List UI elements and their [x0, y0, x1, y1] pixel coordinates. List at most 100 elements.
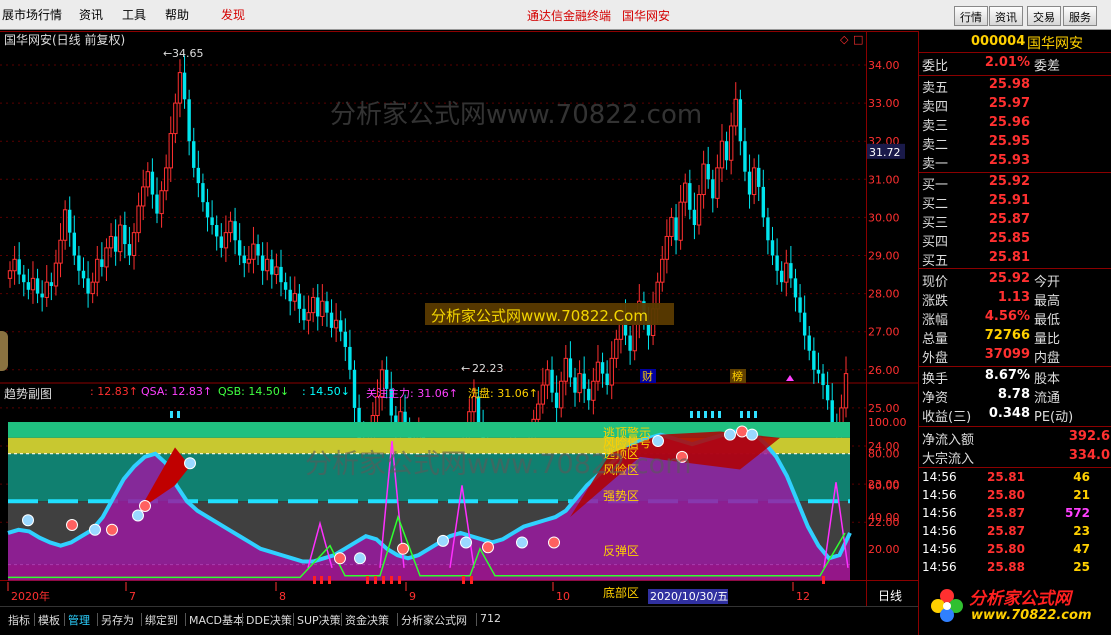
news-button[interactable]: 资讯 [989, 6, 1023, 26]
blue-signal-dot [516, 536, 528, 549]
candle-body [816, 369, 821, 374]
price-axis-label: 31.00 [868, 173, 900, 186]
red-signal-dot [334, 552, 346, 565]
candle-body [68, 209, 72, 233]
candle-body [292, 293, 297, 302]
candle-body [674, 217, 678, 241]
row-label: 大宗流入 [922, 452, 975, 467]
date-axis-label: 2020年 [11, 589, 50, 603]
candle-body [12, 258, 17, 272]
square-icon[interactable]: □ [853, 33, 863, 46]
blue-signal-dot [132, 509, 144, 522]
formula-tab[interactable]: 指标 [8, 612, 30, 628]
row-label: 换手 [922, 372, 949, 387]
candle-body [274, 266, 279, 276]
row-value: 0.348 [988, 406, 1030, 421]
blue-signal-dot [184, 457, 196, 470]
row-label-2: PE(动) [1034, 410, 1074, 425]
tab-separator [185, 613, 186, 626]
candle-body [223, 232, 229, 249]
trade-button[interactable]: 交易 [1027, 6, 1061, 26]
tick-time: 14:56 [922, 560, 957, 574]
candle-body [159, 190, 164, 215]
formula-tab[interactable]: 712 [480, 612, 501, 625]
candle-body [201, 183, 205, 203]
candle-body [733, 98, 738, 127]
finance-event-label: 财 [642, 369, 653, 383]
top-signal-tick [697, 411, 700, 418]
tick-time: 14:56 [922, 488, 957, 502]
row-label: 外盘 [922, 351, 949, 366]
quote-button[interactable]: 行情 [954, 6, 988, 26]
candle-body [573, 377, 577, 393]
bid-row: 买一 25.92 [919, 174, 1111, 193]
candle-body [333, 319, 339, 329]
candle-body [343, 331, 348, 347]
tick-price: 25.88 [987, 560, 1025, 574]
candle-body [155, 194, 159, 214]
chart-area[interactable]: 分析家公式网www.70822.com 34.65 22.23 ← ← 财榜 ◇ □ 逃顶警… [0, 31, 918, 606]
menu-discover[interactable]: 发现 [221, 6, 245, 23]
formula-tab[interactable]: 另存为 [101, 612, 134, 628]
quote-row: 涨幅 4.56% 最低 [919, 309, 1111, 328]
flow-row: 大宗流入 334.0 [919, 448, 1111, 467]
candle-body [17, 259, 21, 275]
formula-tab[interactable]: SUP决策 [297, 612, 341, 628]
quote-row: 总量 72766 量比 [919, 328, 1111, 347]
candle-body [719, 140, 725, 169]
sub-axis-label: 60.00 [868, 479, 900, 492]
candle-body [614, 338, 619, 359]
candle-body [7, 270, 13, 279]
menu-help[interactable]: 帮助 [165, 6, 189, 23]
formula-tab[interactable]: 管理 [68, 612, 90, 628]
candle-body [320, 300, 325, 317]
menu-tools[interactable]: 工具 [122, 6, 146, 23]
candle-body [100, 259, 104, 267]
period-label[interactable]: 日线 [878, 589, 902, 603]
left-collapse-handle[interactable] [0, 331, 8, 371]
candle-body [246, 258, 252, 264]
formula-tab[interactable]: MACD基本 [189, 612, 244, 628]
tick-price: 25.80 [987, 542, 1025, 556]
low-price-label: 22.23 [472, 362, 504, 375]
formula-tab[interactable]: DDE决策 [246, 612, 292, 628]
tick-time: 14:56 [922, 524, 957, 538]
service-button[interactable]: 服务 [1063, 6, 1097, 26]
menu-news[interactable]: 资讯 [79, 6, 103, 23]
candle-body [802, 312, 807, 336]
weibi-value: 2.01% [984, 55, 1030, 70]
ranking-event-label: 榜 [732, 369, 743, 383]
tab-separator [242, 613, 243, 626]
candle-body [108, 235, 114, 249]
logo-url: www.70822.com [971, 608, 1092, 623]
stat-row: 净资 8.78 流通 [919, 387, 1111, 406]
candle-body [793, 278, 798, 298]
weibi-row: 委比 2.01% 委差 [919, 55, 1111, 74]
formula-tab[interactable]: 模板 [38, 612, 60, 628]
row-value: 1.13 [997, 290, 1030, 305]
formula-tab[interactable]: 资金决策 [345, 612, 389, 628]
candle-body [724, 141, 729, 161]
indicator-value: 洗盘: 31.06↑ [468, 387, 538, 400]
indicator-value: QSB: 14.50↓ [218, 385, 290, 398]
quote-row: 外盘 37099 内盘 [919, 347, 1111, 366]
blue-signal-dot [724, 428, 736, 441]
diamond-icon[interactable]: ◇ [840, 33, 849, 46]
sub-axis-label: 80.00 [868, 448, 900, 461]
candle-body [123, 225, 127, 245]
candle-body [540, 384, 546, 405]
candle-body [26, 282, 31, 290]
formula-tab[interactable]: 绑定到 [145, 612, 178, 628]
candle-body [352, 369, 357, 408]
row-value: 25.95 [988, 134, 1030, 149]
price-axis-label: 29.00 [868, 250, 900, 263]
candle-body [196, 167, 201, 184]
candle-body [86, 278, 90, 294]
bid-row: 买三 25.87 [919, 212, 1111, 231]
zone-label: 强势区 [603, 489, 639, 503]
tab-separator [476, 613, 477, 626]
candle-body [72, 232, 77, 256]
candle-body [582, 373, 586, 389]
formula-tab[interactable]: 分析家公式网 [401, 612, 467, 628]
menu-market[interactable]: 展市场行情 [2, 6, 62, 23]
